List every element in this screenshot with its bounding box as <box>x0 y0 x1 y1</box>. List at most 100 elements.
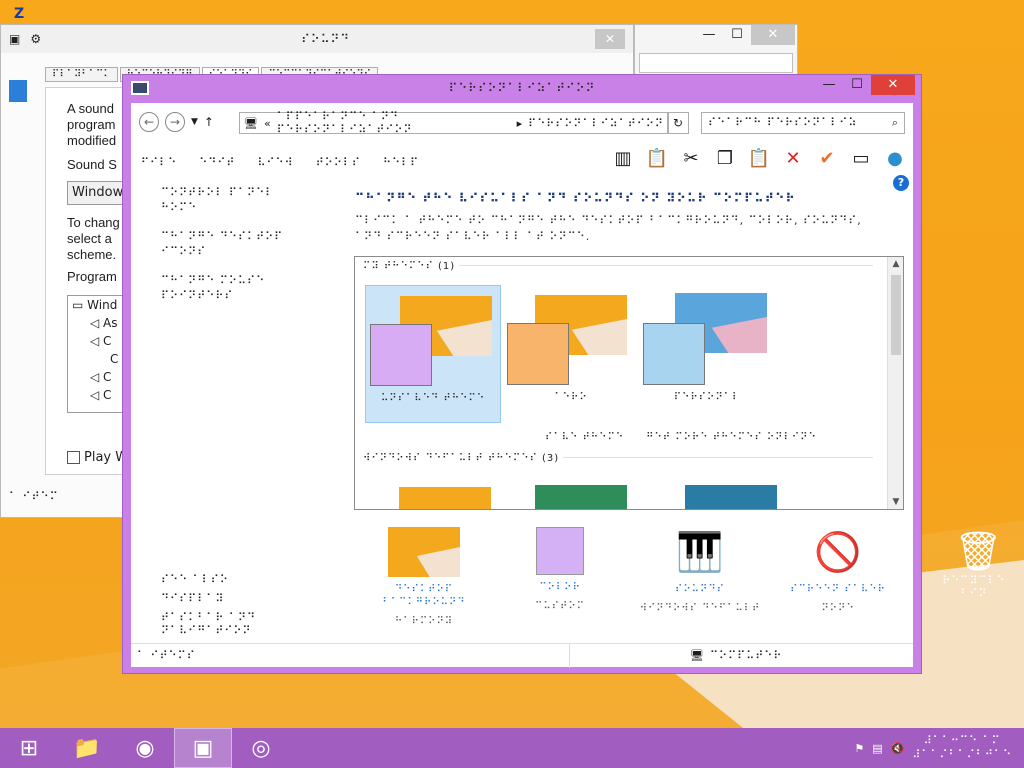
background-window: — ☐ ✕ <box>634 24 798 76</box>
back-icon[interactable]: ← <box>139 112 159 132</box>
sound-button[interactable]: ◎ <box>232 728 290 768</box>
item-sublabel: ⠺⠊⠝⠙⠕⠺⠎ ⠙⠑⠋⠁⠥⠇⠞ <box>639 603 761 614</box>
sound-title: ⠎⠕⠥⠝⠙ <box>301 32 351 46</box>
close-button[interactable]: ✕ <box>751 25 795 45</box>
recycle-bin[interactable]: 🗑 ⠗⠑⠉⠽⠉⠇⠑ ⠃⠊⠝ <box>936 528 1012 600</box>
theme-thumbnail[interactable] <box>685 485 777 509</box>
maximize-button[interactable]: ☐ <box>843 75 871 95</box>
scroll-up-icon[interactable]: ▲ <box>888 259 903 269</box>
see-also: ⠎⠑⠑ ⠁⠇⠎⠕ ⠙⠊⠎⠏⠇⠁⠽ ⠞⠁⠎⠅⠃⠁⠗ ⠁⠝⠙ ⠝⠁⠧⠊⠛⠁⠞⠊⠕⠝ <box>161 573 321 643</box>
clock[interactable]: ⠼⠁⠁⠒⠉⠑ ⠁⠍ ⠼⠁⠁⠌⠃⠁⠌⠃⠚⠁⠑ <box>912 734 1012 762</box>
help-icon[interactable]: ? <box>893 175 909 191</box>
get-more-themes-link[interactable]: ⠛⠑⠞ ⠍⠕⠗⠑ ⠞⠓⠑⠍⠑⠎ ⠕⠝⠇⠊⠝⠑ <box>646 432 817 443</box>
forward-icon[interactable]: → <box>165 112 185 132</box>
see-also-display[interactable]: ⠙⠊⠎⠏⠇⠁⠽ <box>161 592 321 605</box>
group-header: ⠺⠊⠝⠙⠕⠺⠎ ⠙⠑⠋⠁⠥⠇⠞ ⠞⠓⠑⠍⠑⠎ (3) <box>363 453 873 464</box>
group-header: ⠍⠽ ⠞⠓⠑⠍⠑⠎ (1) <box>363 261 873 272</box>
close-button[interactable]: ✕ <box>595 29 625 49</box>
volume-muted-icon[interactable]: 🔇 <box>891 742 905 755</box>
search-input[interactable]: ⠎⠑⠁⠗⠉⠓ ⠏⠑⠗⠎⠕⠝⠁⠇⠊⠵ ⌕ <box>701 112 905 134</box>
clock-date: ⠼⠁⠁⠌⠃⠁⠌⠃⠚⠁⠑ <box>912 748 1012 761</box>
scroll-down-icon[interactable]: ▼ <box>888 497 903 507</box>
page-description: ⠉⠇⠊⠉⠅ ⠁ ⠞⠓⠑⠍⠑ ⠞⠕ ⠉⠓⠁⠝⠛⠑ ⠞⠓⠑ ⠙⠑⠎⠅⠞⠕⠏ ⠃⠁⠉⠅… <box>355 214 862 243</box>
menu-view[interactable]: ⠧⠊⠑⠺ <box>257 156 293 169</box>
theme-item[interactable]: ⠏⠑⠗⠎⠕⠝⠁⠇ <box>639 285 775 423</box>
cut-icon[interactable]: ✂ <box>679 147 703 171</box>
start-button[interactable]: ⊞ <box>0 728 58 768</box>
chevron-down-icon[interactable]: ▼ <box>191 117 198 127</box>
file-explorer-button[interactable]: 📁 <box>58 728 116 768</box>
personalization-window: ⠏⠑⠗⠎⠕⠝⠁⠇⠊⠵⠁⠞⠊⠕⠝ — ☐ ✕ ← → ▼ ↑ 🖥 « ⠁⠏⠏⠑⠁⠗… <box>122 74 922 674</box>
menu-edit[interactable]: ⠑⠙⠊⠞ <box>199 156 235 169</box>
search-field[interactable] <box>639 53 793 73</box>
control-panel-button[interactable]: ▣ <box>174 728 232 768</box>
maximize-button[interactable]: ☐ <box>723 25 751 45</box>
delete-icon[interactable]: ✕ <box>781 147 805 171</box>
screen-saver-item[interactable]: 🚫 ⠎⠉⠗⠑⠑⠝ ⠎⠁⠧⠑⠗ ⠝⠕⠝⠑ <box>773 527 903 615</box>
description-line: modified <box>67 133 117 148</box>
settings-icon: ⚙ <box>30 32 42 46</box>
theme-item[interactable]: ⠁⠑⠗⠕ <box>503 285 639 423</box>
description-line: select a <box>67 231 112 246</box>
up-icon[interactable]: ↑ <box>204 115 214 129</box>
scrollbar[interactable]: ▲ ▼ <box>887 257 903 509</box>
sound-titlebar: ▣ ⚙ ⠎⠕⠥⠝⠙ ✕ <box>1 25 633 53</box>
item-sublabel: ⠉⠥⠎⠞⠕⠍ <box>535 601 585 612</box>
description-line: A sound <box>67 101 114 116</box>
theme-links: ⠎⠁⠧⠑ ⠞⠓⠑⠍⠑ ⠛⠑⠞ ⠍⠕⠗⠑ ⠞⠓⠑⠍⠑⠎ ⠕⠝⠇⠊⠝⠑ <box>545 432 817 443</box>
minimize-panel-icon[interactable]: ▭ <box>849 147 873 171</box>
theme-item[interactable]: ⠥⠝⠎⠁⠧⠑⠙ ⠞⠓⠑⠍⠑ <box>365 285 501 423</box>
chrome-button[interactable]: ◉ <box>116 728 174 768</box>
item-label: ⠙⠑⠎⠅⠞⠕⠏ ⠃⠁⠉⠅⠛⠗⠕⠥⠝⠙ <box>382 584 466 608</box>
menu-file[interactable]: ⠋⠊⠇⠑ <box>141 156 177 169</box>
shortcut-label: Z <box>14 6 25 22</box>
address-chevron: « <box>263 116 271 130</box>
see-also-taskbar[interactable]: ⠞⠁⠎⠅⠃⠁⠗ ⠁⠝⠙ ⠝⠁⠧⠊⠛⠁⠞⠊⠕⠝ <box>161 611 321 637</box>
page-title: ⠉⠓⠁⠝⠛⠑ ⠞⠓⠑ ⠧⠊⠎⠥⠁⠇⠎ ⠁⠝⠙ ⠎⠕⠥⠝⠙⠎ ⠕⠝ ⠽⠕⠥⠗ ⠉⠕… <box>355 191 796 205</box>
sidebar-strip <box>9 80 27 102</box>
nav-change-desktop-icons[interactable]: ⠉⠓⠁⠝⠛⠑ ⠙⠑⠎⠅⠞⠕⠏ ⠊⠉⠕⠝⠎ <box>161 229 311 259</box>
sounds-item[interactable]: 🎹 ⠎⠕⠥⠝⠙⠎ ⠺⠊⠝⠙⠕⠺⠎ ⠙⠑⠋⠁⠥⠇⠞ <box>635 527 765 615</box>
scrollbar-thumb[interactable] <box>891 275 901 355</box>
menu-help[interactable]: ⠓⠑⠇⠏ <box>383 156 419 169</box>
theme-thumbnail[interactable] <box>535 485 627 509</box>
play-startup-checkbox[interactable]: Play W <box>67 450 128 465</box>
checkbox[interactable] <box>67 451 80 464</box>
status-items: ⠁ ⠊⠞⠑⠍⠎ <box>137 649 196 662</box>
search-icon: ⌕ <box>891 116 898 129</box>
properties-icon[interactable]: 📋 <box>645 147 669 171</box>
tab-playback[interactable]: ⠏⠇⠁⠽⠃⠁⠉⠅ <box>45 67 118 82</box>
checkmark-icon[interactable]: ✔ <box>815 147 839 171</box>
breadcrumb[interactable]: ⠏⠑⠗⠎⠕⠝⠁⠇⠊⠵⠁⠞⠊⠕⠝ <box>528 117 664 130</box>
flag-icon[interactable]: ⚑ <box>854 742 864 755</box>
minimize-button[interactable]: — <box>815 75 843 95</box>
nav-control-panel-home[interactable]: ⠉⠕⠝⠞⠗⠕⠇ ⠏⠁⠝⠑⠇ ⠓⠕⠍⠑ <box>161 185 311 215</box>
layout-icon[interactable]: ▥ <box>611 147 635 171</box>
menu-tools[interactable]: ⠞⠕⠕⠇⠎ <box>316 156 361 169</box>
chevron-right-icon: ▸ <box>516 116 523 130</box>
theme-label: ⠁⠑⠗⠕ <box>554 392 588 403</box>
save-theme-link[interactable]: ⠎⠁⠧⠑ ⠞⠓⠑⠍⠑ <box>545 432 624 443</box>
globe-icon[interactable]: ● <box>883 147 907 171</box>
network-icon[interactable]: ▤ <box>872 742 882 755</box>
taskbar: ⊞ 📁 ◉ ▣ ◎ ⚑ ▤ 🔇 ⠼⠁⠁⠒⠉⠑ ⠁⠍ ⠼⠁⠁⠌⠃⠁⠌⠃⠚⠁⠑ <box>0 728 1024 768</box>
minimize-button[interactable]: — <box>695 25 723 45</box>
paste-icon[interactable]: 📋 <box>747 147 771 171</box>
theme-color-swatch <box>507 323 569 385</box>
nav-change-mouse-pointers[interactable]: ⠉⠓⠁⠝⠛⠑ ⠍⠕⠥⠎⠑ ⠏⠕⠊⠝⠞⠑⠗⠎ <box>161 273 311 303</box>
address-bar[interactable]: 🖥 « ⠁⠏⠏⠑⠁⠗⠁⠝⠉⠑ ⠁⠝⠙ ⠏⠑⠗⠎⠕⠝⠁⠇⠊⠵⠁⠞⠊⠕⠝ ▸ ⠏⠑⠗… <box>239 110 669 136</box>
item-label: ⠎⠕⠥⠝⠙⠎ <box>675 584 725 595</box>
see-also-heading: ⠎⠑⠑ ⠁⠇⠎⠕ <box>161 573 229 586</box>
item-sublabel: ⠝⠕⠝⠑ <box>821 603 855 614</box>
desktop-background-item[interactable]: ⠙⠑⠎⠅⠞⠕⠏ ⠃⠁⠉⠅⠛⠗⠕⠥⠝⠙ ⠓⠁⠗⠍⠕⠝⠽ <box>359 527 489 628</box>
screen-saver-icon: 🚫 <box>814 530 862 574</box>
theme-thumbnail[interactable] <box>399 487 491 509</box>
copy-icon[interactable]: ❐ <box>713 147 737 171</box>
item-sublabel: ⠓⠁⠗⠍⠕⠝⠽ <box>394 616 454 627</box>
theme-label: ⠏⠑⠗⠎⠕⠝⠁⠇ <box>673 392 741 403</box>
refresh-icon[interactable]: ↻ <box>667 112 689 134</box>
status-bar: ⠁ ⠊⠞⠑⠍⠎ 🖥 ⠉⠕⠍⠏⠥⠞⠑⠗ <box>131 643 913 668</box>
color-item[interactable]: ⠉⠕⠇⠕⠗ ⠉⠥⠎⠞⠕⠍ <box>495 527 625 613</box>
breadcrumb[interactable]: ⠁⠏⠏⠑⠁⠗⠁⠝⠉⠑ ⠁⠝⠙ ⠏⠑⠗⠎⠕⠝⠁⠇⠊⠵⠁⠞⠊⠕⠝ <box>277 110 511 136</box>
close-button[interactable]: ✕ <box>871 75 915 95</box>
